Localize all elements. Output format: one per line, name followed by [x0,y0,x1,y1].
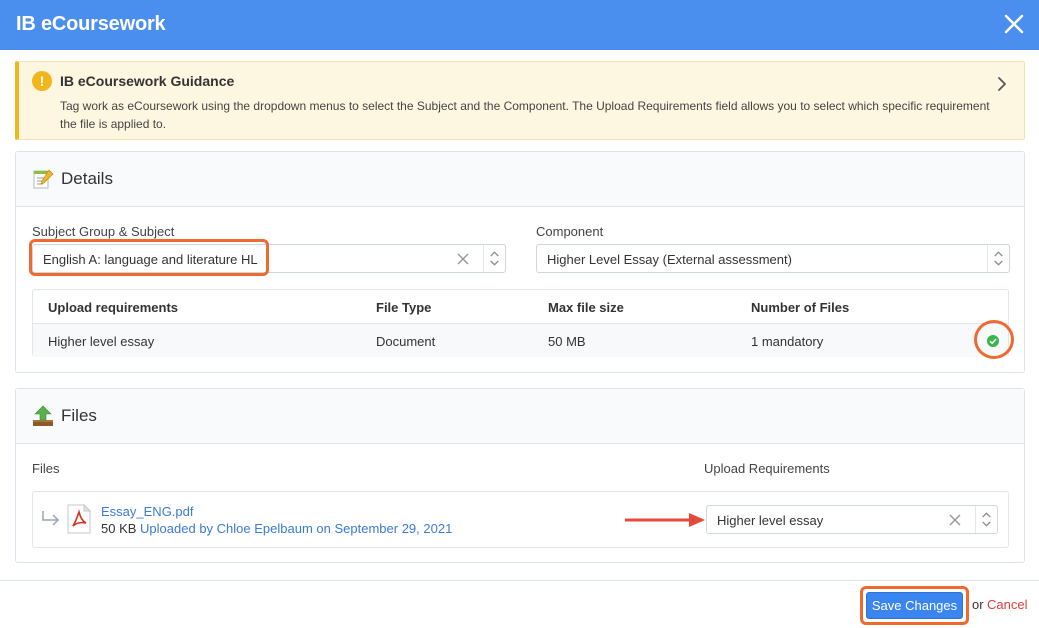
upload-requirements-label: Upload Requirements [704,461,830,476]
component-value: Higher Level Essay (External assessment) [547,252,792,267]
clear-icon[interactable] [456,252,470,266]
upload-icon [33,405,53,426]
details-panel: Details Subject Group & Subject English … [15,151,1025,373]
check-circle-icon [987,335,999,347]
modal-title: IB eCoursework [16,13,166,35]
guidance-title: IB eCoursework Guidance [60,73,235,89]
header-max-file-size: Max file size [548,300,624,315]
pdf-file-icon [67,504,91,534]
chevron-right-icon[interactable] [996,75,1008,93]
table-row: Higher level essay Document 50 MB 1 mand… [33,324,1008,357]
header-number-of-files: Number of Files [751,300,850,315]
updown-arrows-icon[interactable] [975,506,997,533]
subject-select[interactable]: English A: language and literature HL [32,244,506,273]
subject-value: English A: language and literature HL [43,252,258,267]
requirement-name: Higher level essay [48,334,155,349]
red-arrow-annotation [625,513,705,527]
modal-footer: Save Changes or Cancel [0,580,1039,628]
subdirectory-arrow-icon [42,511,60,526]
uploaded-by-text: Uploaded by [140,521,214,536]
upload-date: on September 29, 2021 [316,521,453,536]
updown-arrows-icon[interactable] [483,245,505,272]
updown-arrows-icon[interactable] [987,245,1009,272]
files-panel: Files Files Upload Requirements Essay_EN… [15,388,1025,563]
or-text: or [972,597,984,612]
file-requirement-select[interactable]: Higher level essay [706,505,998,534]
header-upload-requirements: Upload requirements [48,300,179,315]
component-select[interactable]: Higher Level Essay (External assessment) [536,244,1010,273]
guidance-callout[interactable]: ! IB eCoursework Guidance Tag work as eC… [15,61,1025,140]
table-header: Upload requirements File Type Max file s… [33,290,1008,324]
files-header: Files [16,389,1024,444]
requirement-file-type: Document [376,334,436,349]
file-row: Essay_ENG.pdf 50 KB Uploaded by Chloe Ep… [32,491,1009,548]
close-icon[interactable] [1003,13,1025,35]
requirement-number: 1 mandatory [751,334,824,349]
requirement-max-size: 50 MB [548,334,586,349]
guidance-text: Tag work as eCoursework using the dropdo… [60,99,990,131]
notepad-icon [33,169,54,189]
clear-icon[interactable] [948,513,962,527]
files-title: Files [61,406,97,425]
cancel-link[interactable]: Cancel [987,597,1027,612]
uploader-name: Chloe Epelbaum [216,521,313,536]
header-file-type: File Type [376,300,432,315]
details-header: Details [16,152,1024,207]
warning-icon: ! [32,71,52,91]
save-changes-button[interactable]: Save Changes [866,592,963,619]
file-meta: 50 KB Uploaded by Chloe Epelbaum on Sept… [101,521,452,536]
details-title: Details [61,169,113,188]
file-name-link[interactable]: Essay_ENG.pdf [101,504,194,519]
files-label: Files [32,461,60,476]
upload-requirements-table: Upload requirements File Type Max file s… [32,289,1009,357]
modal-header: IB eCoursework [0,0,1039,50]
component-label: Component [536,224,604,239]
subject-label: Subject Group & Subject [32,224,175,239]
file-requirement-value: Higher level essay [717,513,824,528]
file-size: 50 KB [101,521,137,536]
